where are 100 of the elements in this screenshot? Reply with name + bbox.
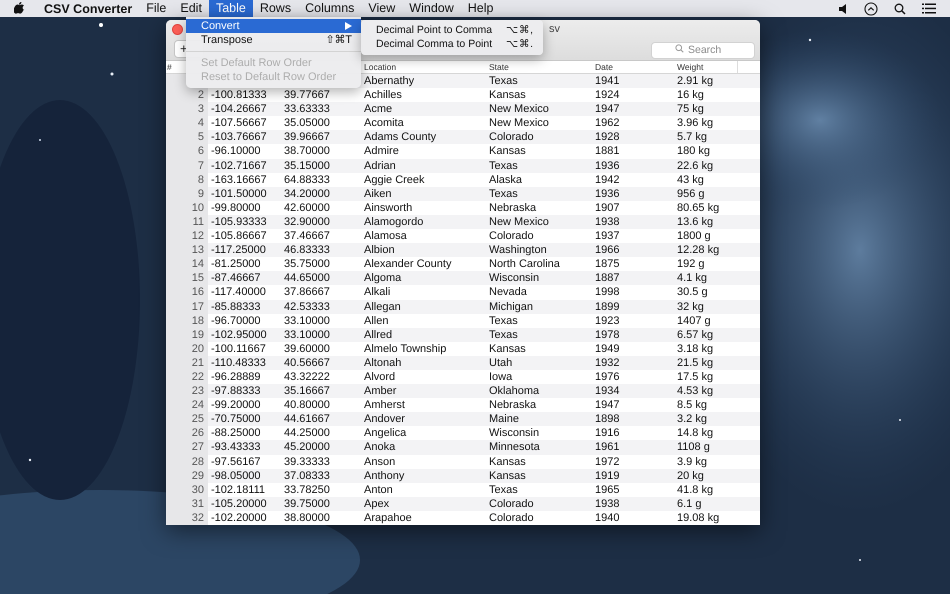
table-cell: 5.7 kg <box>677 131 707 144</box>
apple-logo-icon[interactable] <box>14 2 25 15</box>
table-cell: -98.05000 <box>211 470 261 482</box>
table-cell: Altonah <box>364 356 402 369</box>
menu-item[interactable]: Decimal Point to Comma ⌥⌘, <box>361 23 544 37</box>
table-cell: Acme <box>364 103 392 116</box>
table-cell: 1899 <box>595 300 620 312</box>
table-cell: 1875 <box>595 258 620 270</box>
table-cell: 33.10000 <box>284 314 330 327</box>
table-cell: Adams County <box>364 131 436 144</box>
row-number: 20 <box>166 342 208 356</box>
app-name[interactable]: CSV Converter <box>37 2 140 16</box>
row-number: 17 <box>166 300 208 314</box>
table-cell: Allred <box>364 328 392 341</box>
menu-item[interactable]: Table <box>208 0 253 17</box>
table-cell: -96.28889 <box>211 370 261 383</box>
table-cell: 1938 <box>595 216 620 228</box>
table-cell: Texas <box>489 484 518 496</box>
table-cell: 40.80000 <box>284 399 330 412</box>
menu-item[interactable]: Help <box>460 0 500 17</box>
table-cell: Texas <box>489 188 518 200</box>
menu-item[interactable]: File <box>139 0 174 17</box>
table-cell: -70.75000 <box>211 413 261 426</box>
table-cell: 1962 <box>595 117 620 130</box>
list-icon[interactable] <box>922 3 936 14</box>
column-header[interactable]: State <box>489 62 509 72</box>
submenu-arrow-icon <box>345 22 352 30</box>
table-cell: Michigan <box>489 300 534 312</box>
table-cell: 34.20000 <box>284 188 330 200</box>
row-number: 4 <box>166 116 208 130</box>
table-cell: 37.86667 <box>284 286 330 298</box>
table-cell: 40.56667 <box>284 356 330 369</box>
menu-item[interactable]: Rows <box>252 0 298 17</box>
table-cell: Nevada <box>489 286 527 298</box>
table-cell: Colorado <box>489 131 534 144</box>
table-cell: 6.1 g <box>677 498 702 510</box>
circle-chevron-icon[interactable] <box>864 2 878 16</box>
table-cell: Alamogordo <box>364 216 424 228</box>
table-cell: Alexander County <box>364 258 452 270</box>
search-field[interactable]: Search <box>651 42 755 58</box>
table-cell: 43 kg <box>677 174 704 186</box>
table-cell: -117.25000 <box>211 244 266 256</box>
table-cell: New Mexico <box>489 103 549 116</box>
table-cell: 8.5 kg <box>677 399 707 412</box>
row-number: 27 <box>166 440 208 455</box>
table-cell: 35.05000 <box>284 117 330 130</box>
window-title: sv <box>549 23 560 35</box>
table-cell: 1887 <box>595 272 620 284</box>
table-cell: 35.15000 <box>284 160 330 172</box>
column-header[interactable]: Date <box>595 62 613 72</box>
row-number: 10 <box>166 200 208 215</box>
table-cell: Minnesota <box>489 441 540 454</box>
table-cell: 39.77667 <box>284 89 330 102</box>
table-cell: 1966 <box>595 244 620 256</box>
table-cell: Apex <box>364 498 390 510</box>
menu-item[interactable]: Window <box>402 0 461 17</box>
table-cell: Washington <box>489 244 547 256</box>
table-cell: 3.9 kg <box>677 456 707 468</box>
table-cell: 1932 <box>595 356 620 369</box>
table-cell: 39.60000 <box>284 342 330 355</box>
table-cell: -163.16667 <box>211 174 267 186</box>
row-number: 12 <box>166 229 208 244</box>
table-cell: -88.25000 <box>211 427 261 440</box>
table-cell: Allegan <box>364 300 401 312</box>
row-number: 5 <box>166 130 208 144</box>
table-cell: 20 kg <box>677 470 704 482</box>
table-cell: -97.88333 <box>211 385 261 398</box>
table-cell: Admire <box>364 145 399 158</box>
row-number: 23 <box>166 384 208 398</box>
table-cell: 1938 <box>595 498 620 510</box>
column-header[interactable]: Location <box>364 62 396 72</box>
table-cell: Oklahoma <box>489 385 540 398</box>
row-number: 22 <box>166 370 208 384</box>
menu-item[interactable]: View <box>361 0 402 17</box>
table-cell: 6.57 kg <box>677 328 714 341</box>
search-icon[interactable] <box>894 2 906 14</box>
table-cell: 17.5 kg <box>677 370 714 383</box>
close-button[interactable] <box>172 24 183 34</box>
column-header[interactable]: Weight <box>677 62 704 72</box>
speaker-icon[interactable] <box>838 2 848 14</box>
menu-item[interactable]: Decimal Comma to Point ⌥⌘. <box>361 37 544 51</box>
row-number: 16 <box>166 285 208 300</box>
table-cell: New Mexico <box>489 216 549 228</box>
menu-item[interactable]: Edit <box>173 0 209 17</box>
table-cell: 1965 <box>595 484 620 496</box>
menu-item[interactable]: Convert <box>186 19 361 33</box>
table-cell: Kansas <box>489 342 526 355</box>
table-cell: -97.56167 <box>211 456 261 468</box>
column-header[interactable]: # <box>167 62 172 72</box>
table-cell: Algoma <box>364 272 402 284</box>
table-cell: 956 g <box>677 188 705 200</box>
table-cell: -102.71667 <box>211 160 267 172</box>
table-cell: 21.5 kg <box>677 356 714 369</box>
menu-item[interactable]: Transpose ⇧⌘T <box>186 33 361 47</box>
table-cell: Alkali <box>364 286 390 298</box>
table-cell: 1972 <box>595 456 620 468</box>
menu-item[interactable]: Columns <box>298 0 362 17</box>
table-cell: Anoka <box>364 441 396 454</box>
table-cell: 1947 <box>595 399 620 412</box>
table-cell: Kansas <box>489 145 526 158</box>
